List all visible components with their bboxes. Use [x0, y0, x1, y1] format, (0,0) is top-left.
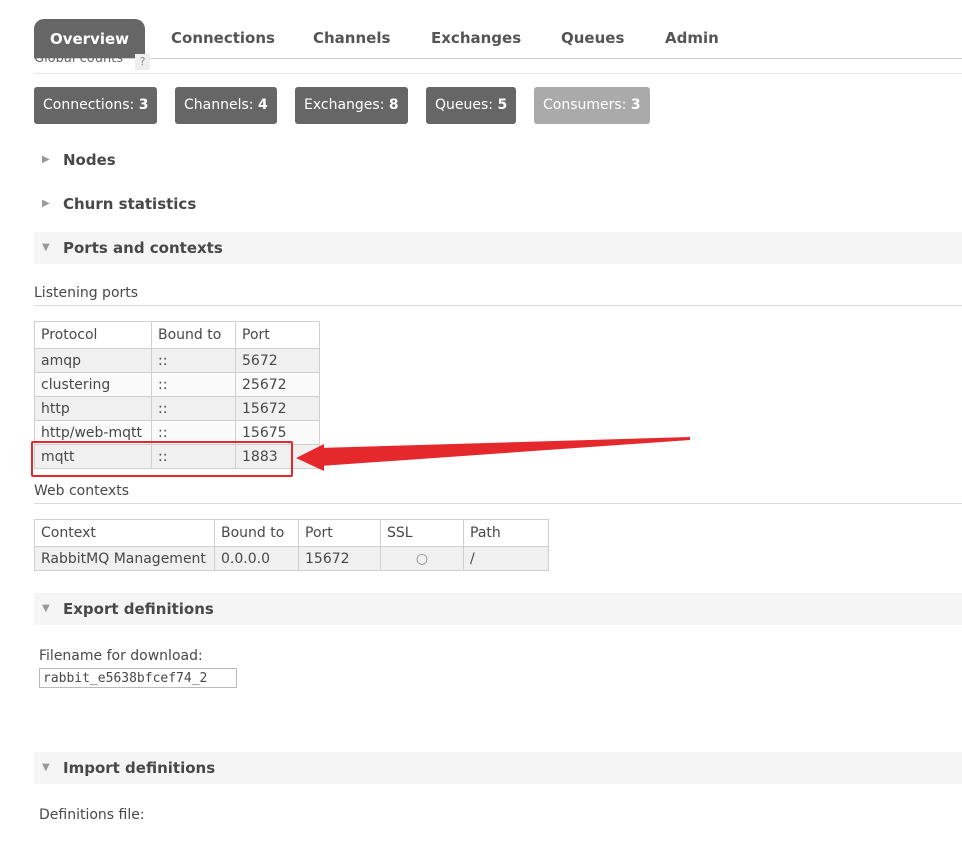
- table-row: amqp :: 5672: [34, 348, 320, 373]
- cell-bound-to: 0.0.0.0: [214, 546, 299, 571]
- section-import-title: Import definitions: [63, 759, 216, 777]
- column-header-bound-to: Bound to: [214, 519, 299, 547]
- column-header-protocol: Protocol: [34, 321, 152, 349]
- column-header-bound-to: Bound to: [151, 321, 236, 349]
- cell-path: /: [463, 546, 549, 571]
- cell-protocol: clustering: [34, 372, 152, 397]
- cell-port: 15672: [298, 546, 381, 571]
- tabs-divider: [34, 58, 962, 59]
- channels-count-button[interactable]: Channels: 4: [175, 87, 277, 124]
- cell-protocol: amqp: [34, 348, 152, 373]
- section-import-definitions[interactable]: ▼ Import definitions: [34, 752, 962, 784]
- section-ports-and-contexts[interactable]: ▼ Ports and contexts: [34, 232, 962, 264]
- section-churn-title: Churn statistics: [63, 195, 197, 213]
- web-contexts-table: Context Bound to Port SSL Path RabbitMQ …: [34, 519, 549, 571]
- cell-port: 25672: [235, 372, 320, 397]
- web-contexts-heading: Web contexts: [34, 483, 130, 499]
- consumers-count-button[interactable]: Consumers: 3: [534, 87, 650, 124]
- connections-count-value: 3: [138, 97, 149, 113]
- expand-triangle-icon: ▶: [42, 198, 50, 209]
- column-header-context: Context: [34, 519, 215, 547]
- column-header-ssl: SSL: [380, 519, 464, 547]
- cell-port: 15672: [235, 396, 320, 421]
- collapse-triangle-icon: ▼: [42, 603, 50, 614]
- cell-bound-to: ::: [151, 348, 236, 373]
- section-export-definitions[interactable]: ▼ Export definitions: [34, 593, 962, 625]
- channels-count-value: 4: [257, 97, 268, 113]
- main-nav-tabs: Overview Connections Channels Exchanges …: [0, 0, 962, 59]
- cell-protocol: http: [34, 396, 152, 421]
- table-row: http :: 15672: [34, 396, 320, 421]
- expand-triangle-icon: ▶: [42, 154, 50, 165]
- column-header-port: Port: [298, 519, 381, 547]
- channels-count-label: Channels:: [184, 97, 254, 113]
- queues-count-value: 5: [497, 97, 508, 113]
- table-row: clustering :: 25672: [34, 372, 320, 397]
- cell-bound-to: ::: [151, 396, 236, 421]
- web-contexts-divider: [34, 503, 962, 504]
- exchanges-count-value: 8: [388, 97, 399, 113]
- section-nodes-title: Nodes: [63, 151, 116, 169]
- cell-ssl: ○: [380, 546, 464, 571]
- consumers-count-value: 3: [630, 97, 641, 113]
- consumers-count-label: Consumers:: [543, 97, 627, 113]
- table-header-row: Context Bound to Port SSL Path: [34, 519, 549, 547]
- connections-count-label: Connections:: [43, 97, 135, 113]
- global-counts-divider: [34, 73, 962, 74]
- collapse-triangle-icon: ▼: [42, 762, 50, 773]
- column-header-port: Port: [235, 321, 320, 349]
- section-ports-title: Ports and contexts: [63, 239, 223, 257]
- tab-queues[interactable]: Queues: [561, 24, 624, 52]
- listening-ports-divider: [34, 305, 962, 306]
- tab-channels[interactable]: Channels: [313, 24, 390, 52]
- definitions-file-label: Definitions file:: [39, 807, 145, 823]
- cell-context: RabbitMQ Management: [34, 546, 215, 571]
- tab-exchanges[interactable]: Exchanges: [431, 24, 521, 52]
- annotation-highlight-box: [31, 441, 293, 477]
- filename-label: Filename for download:: [39, 648, 203, 664]
- listening-ports-heading: Listening ports: [34, 285, 139, 301]
- cell-bound-to: ::: [151, 372, 236, 397]
- exchanges-count-button[interactable]: Exchanges: 8: [295, 87, 408, 124]
- arrow-shaft: [318, 437, 690, 466]
- table-header-row: Protocol Bound to Port: [34, 321, 320, 349]
- help-icon[interactable]: ?: [135, 54, 150, 70]
- connections-count-button[interactable]: Connections: 3: [34, 87, 158, 124]
- column-header-path: Path: [463, 519, 549, 547]
- global-counts-heading: Global counts: [34, 52, 124, 66]
- exchanges-count-label: Exchanges:: [304, 97, 385, 113]
- table-row: RabbitMQ Management 0.0.0.0 15672 ○ /: [34, 546, 549, 571]
- section-export-title: Export definitions: [63, 600, 214, 618]
- section-nodes[interactable]: ▶ Nodes: [34, 144, 962, 176]
- cell-port: 5672: [235, 348, 320, 373]
- section-churn-statistics[interactable]: ▶ Churn statistics: [34, 188, 962, 220]
- queues-count-label: Queues:: [435, 97, 494, 113]
- collapse-triangle-icon: ▼: [42, 242, 50, 253]
- queues-count-button[interactable]: Queues: 5: [426, 87, 517, 124]
- filename-input[interactable]: rabbit_e5638bfcef74_2: [39, 668, 237, 688]
- tab-connections[interactable]: Connections: [171, 24, 275, 52]
- tab-admin[interactable]: Admin: [665, 24, 719, 52]
